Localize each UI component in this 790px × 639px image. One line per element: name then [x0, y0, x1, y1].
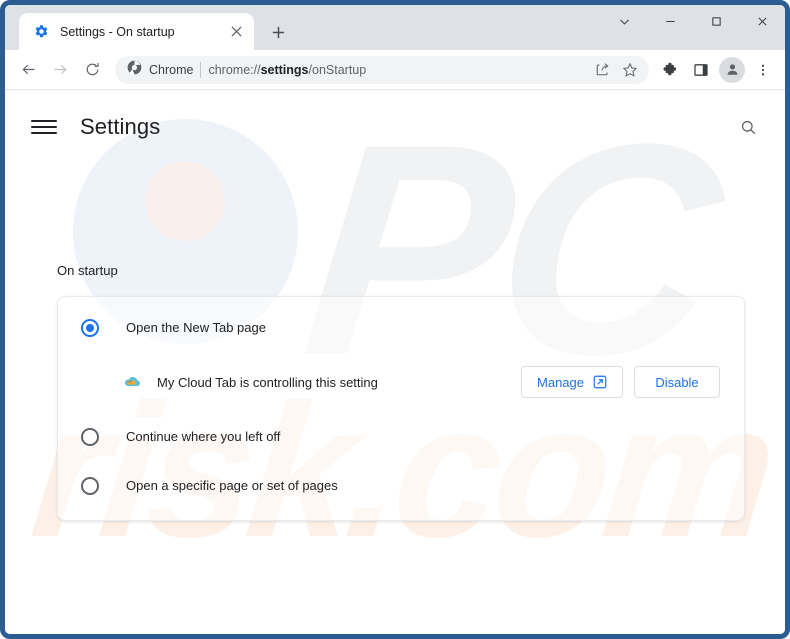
manage-button[interactable]: Manage [521, 366, 623, 398]
option-label: Continue where you left off [126, 429, 281, 444]
radio-button-selected[interactable] [81, 318, 99, 337]
side-panel-icon[interactable] [687, 56, 715, 84]
omnibox-divider [200, 61, 202, 78]
settings-page: PC risk.com Settings On startup Open the… [5, 91, 785, 634]
disable-button-label: Disable [655, 374, 699, 390]
extension-control-text: My Cloud Tab is controlling this setting [157, 374, 378, 390]
on-startup-card: Open the New Tab page My Cloud Tab is co… [57, 296, 745, 521]
external-link-icon [593, 375, 607, 389]
disable-button[interactable]: Disable [634, 366, 720, 398]
tab-strip: Settings - On startup [5, 5, 785, 50]
maximize-icon[interactable] [693, 5, 739, 37]
browser-tab[interactable]: Settings - On startup [19, 13, 254, 50]
omnibox-actions [589, 57, 643, 83]
startup-option-new-tab[interactable]: Open the New Tab page [58, 303, 744, 352]
page-title: Settings [80, 114, 161, 139]
radio-button[interactable] [81, 476, 99, 495]
search-icon[interactable] [733, 112, 763, 142]
section-label: On startup [57, 263, 118, 278]
person-avatar-icon[interactable] [719, 56, 745, 83]
window-caption-controls [601, 5, 785, 50]
option-label: Open the New Tab page [126, 320, 266, 335]
star-icon[interactable] [617, 57, 643, 83]
radio-button[interactable] [81, 427, 99, 446]
chrome-logo-icon [127, 60, 142, 80]
address-bar[interactable]: Chrome chrome://settings/onStartup [115, 55, 649, 84]
hamburger-menu-icon[interactable] [31, 114, 57, 140]
close-icon[interactable] [739, 5, 785, 37]
manage-button-label: Manage [537, 374, 584, 390]
close-icon[interactable] [226, 22, 246, 42]
reload-icon[interactable] [77, 55, 107, 85]
puzzle-piece-icon[interactable] [657, 56, 685, 84]
gear-icon [33, 23, 50, 40]
extension-control-notice: My Cloud Tab is controlling this setting… [58, 352, 744, 412]
new-tab-button[interactable] [264, 18, 292, 46]
browser-window: Settings - On startup Chrome chrome://se… [0, 0, 790, 639]
startup-option-continue[interactable]: Continue where you left off [58, 412, 744, 461]
chrome-chip: Chrome [127, 60, 193, 80]
tab-title: Settings - On startup [60, 24, 175, 39]
watermark-blob-accent [145, 161, 225, 241]
option-label: Open a specific page or set of pages [126, 478, 338, 493]
url-text: chrome://settings/onStartup [208, 62, 367, 77]
chrome-chip-label: Chrome [149, 62, 194, 77]
minimize-icon[interactable] [647, 5, 693, 37]
extension-action-buttons: Manage Disable [521, 366, 720, 398]
back-arrow-icon[interactable] [13, 55, 43, 85]
settings-header: Settings [5, 101, 785, 153]
cloud-extension-icon [120, 371, 142, 393]
browser-toolbar: Chrome chrome://settings/onStartup [5, 50, 785, 90]
forward-arrow-icon [45, 55, 75, 85]
startup-option-specific-page[interactable]: Open a specific page or set of pages [58, 461, 744, 510]
chevron-down-icon[interactable] [601, 5, 647, 37]
three-dot-menu-icon[interactable] [749, 56, 777, 84]
share-icon[interactable] [589, 57, 615, 83]
